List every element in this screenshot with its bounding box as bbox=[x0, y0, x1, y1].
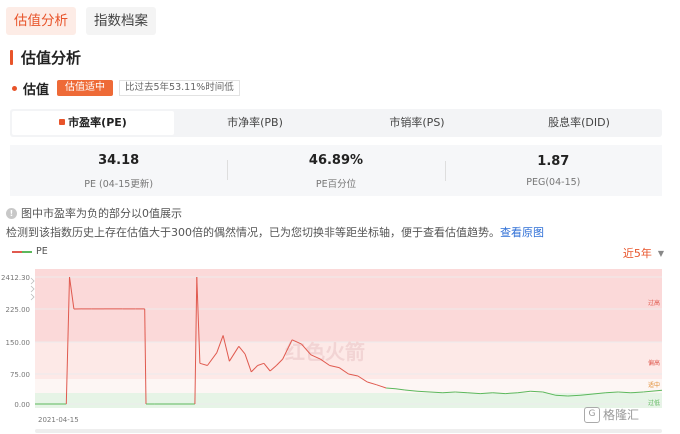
info-line2: 检测到该指数历史上存在估值大于300倍的偶然情况，已为您切换非等距坐标轴，便于查… bbox=[6, 226, 500, 239]
info-negative-note: ! 图中市盈率为负的部分以0值展示 bbox=[6, 205, 182, 221]
stat-pe-percentile: 46.89% PE百分位 bbox=[227, 152, 444, 190]
tab-valuation-analysis[interactable]: 估值分析 bbox=[6, 7, 76, 35]
info-icon: ! bbox=[6, 207, 17, 219]
legend-label: PE bbox=[36, 246, 48, 257]
section-accent-bar bbox=[10, 49, 13, 65]
top-tabs: 估值分析 指数档案 bbox=[6, 7, 156, 35]
info-line1: 图中市盈率为负的部分以0值展示 bbox=[21, 207, 182, 220]
chart-scroll-track bbox=[35, 429, 662, 433]
watermark-logo-icon: G bbox=[584, 406, 600, 423]
tab-did[interactable]: 股息率(DID) bbox=[498, 111, 660, 135]
zone-label: 偏高 bbox=[648, 359, 660, 367]
tab-pe[interactable]: 市盈率(PE) bbox=[12, 111, 174, 135]
stat-peg: 1.87 PEG(04-15) bbox=[444, 153, 662, 188]
stat-pe-percentile-value: 46.89% bbox=[308, 152, 364, 168]
period-label: 近5年 bbox=[622, 247, 652, 260]
valuation-badge: 估值适中 bbox=[57, 80, 114, 96]
y-tick-label: 0.00 bbox=[14, 401, 30, 409]
zone-low bbox=[35, 393, 662, 408]
valuation-note: 比过去5年53.11%时间低 bbox=[119, 80, 240, 96]
tab-pe-label: 市盈率(PE) bbox=[68, 116, 127, 129]
legend-line-icon bbox=[12, 250, 32, 253]
zone-too-high bbox=[35, 269, 662, 342]
section-title: 估值分析 bbox=[10, 47, 81, 67]
stat-pe-percentile-label: PE百分位 bbox=[315, 178, 357, 190]
y-tick-label: 150.00 bbox=[6, 339, 31, 347]
site-watermark: G 格隆汇 bbox=[584, 406, 639, 423]
stat-peg-value: 1.87 bbox=[537, 154, 570, 169]
stat-pe-label: PE (04-15更新) bbox=[84, 178, 154, 190]
zone-label: 过高 bbox=[648, 299, 660, 307]
caret-down-icon: ▼ bbox=[657, 248, 664, 258]
info-axis-note: 检测到该指数历史上存在估值大于300倍的偶然情况，已为您切换非等距坐标轴，便于查… bbox=[6, 224, 544, 240]
stat-pe: 34.18 PE (04-15更新) bbox=[10, 152, 227, 190]
tab-pb[interactable]: 市净率(PB) bbox=[174, 111, 336, 135]
x-tick-label: 2021-04-15 bbox=[38, 416, 79, 424]
metric-tabs: 市盈率(PE) 市净率(PB) 市销率(PS) 股息率(DID) bbox=[10, 109, 662, 137]
chart-watermark: 红色火箭 bbox=[285, 340, 365, 364]
y-tick-label: 75.00 bbox=[10, 371, 30, 379]
zone-label: 适中 bbox=[648, 381, 660, 389]
axis-break-icon bbox=[30, 277, 35, 301]
section-title-text: 估值分析 bbox=[21, 48, 82, 67]
pe-chart-svg: 2412.30 225.00 150.00 75.00 0.00 过高偏高适中过低 红色火箭… bbox=[1, 269, 663, 433]
tab-ps[interactable]: 市销率(PS) bbox=[336, 111, 498, 135]
stat-peg-label: PEG(04-15) bbox=[526, 177, 581, 188]
tab-index-profile[interactable]: 指数档案 bbox=[86, 7, 156, 35]
valuation-label: 估值 bbox=[23, 82, 50, 98]
period-select[interactable]: 近5年 ▼ bbox=[623, 245, 664, 261]
zone-label: 过低 bbox=[648, 399, 660, 407]
watermark-text: 格隆汇 bbox=[603, 408, 640, 422]
active-mark-icon bbox=[59, 119, 66, 125]
pe-chart[interactable]: 2412.30 225.00 150.00 75.00 0.00 过高偏高适中过低 红色火箭… bbox=[0, 264, 680, 434]
bullet-dot-icon bbox=[12, 85, 17, 91]
stats-panel: 34.18 PE (04-15更新) 46.89% PE百分位 1.87 PEG… bbox=[10, 145, 662, 196]
stat-pe-value: 34.18 bbox=[98, 152, 140, 168]
chart-legend[interactable]: PE bbox=[12, 246, 48, 257]
valuation-row: 估值 估值适中 比过去5年53.11%时间低 bbox=[12, 79, 240, 98]
view-original-link[interactable]: 查看原图 bbox=[500, 226, 544, 239]
y-tick-label: 2412.30 bbox=[1, 274, 30, 282]
y-tick-label: 225.00 bbox=[6, 306, 31, 314]
zone-moderate bbox=[35, 379, 662, 393]
